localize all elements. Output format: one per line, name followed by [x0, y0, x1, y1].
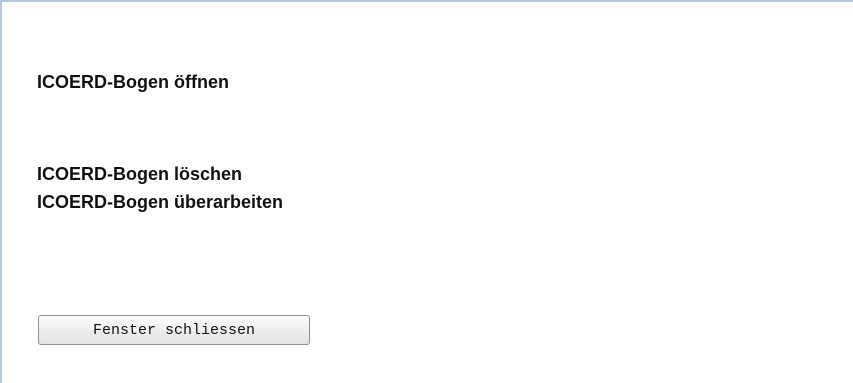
dialog-frame: ICOERD-Bogen öffnen ICOERD-Bogen löschen… — [0, 0, 853, 383]
close-window-button[interactable]: Fenster schliessen — [38, 315, 310, 345]
open-form-link[interactable]: ICOERD-Bogen öffnen — [37, 71, 229, 93]
delete-form-link[interactable]: ICOERD-Bogen löschen — [37, 163, 242, 185]
edit-form-link[interactable]: ICOERD-Bogen überarbeiten — [37, 191, 283, 213]
